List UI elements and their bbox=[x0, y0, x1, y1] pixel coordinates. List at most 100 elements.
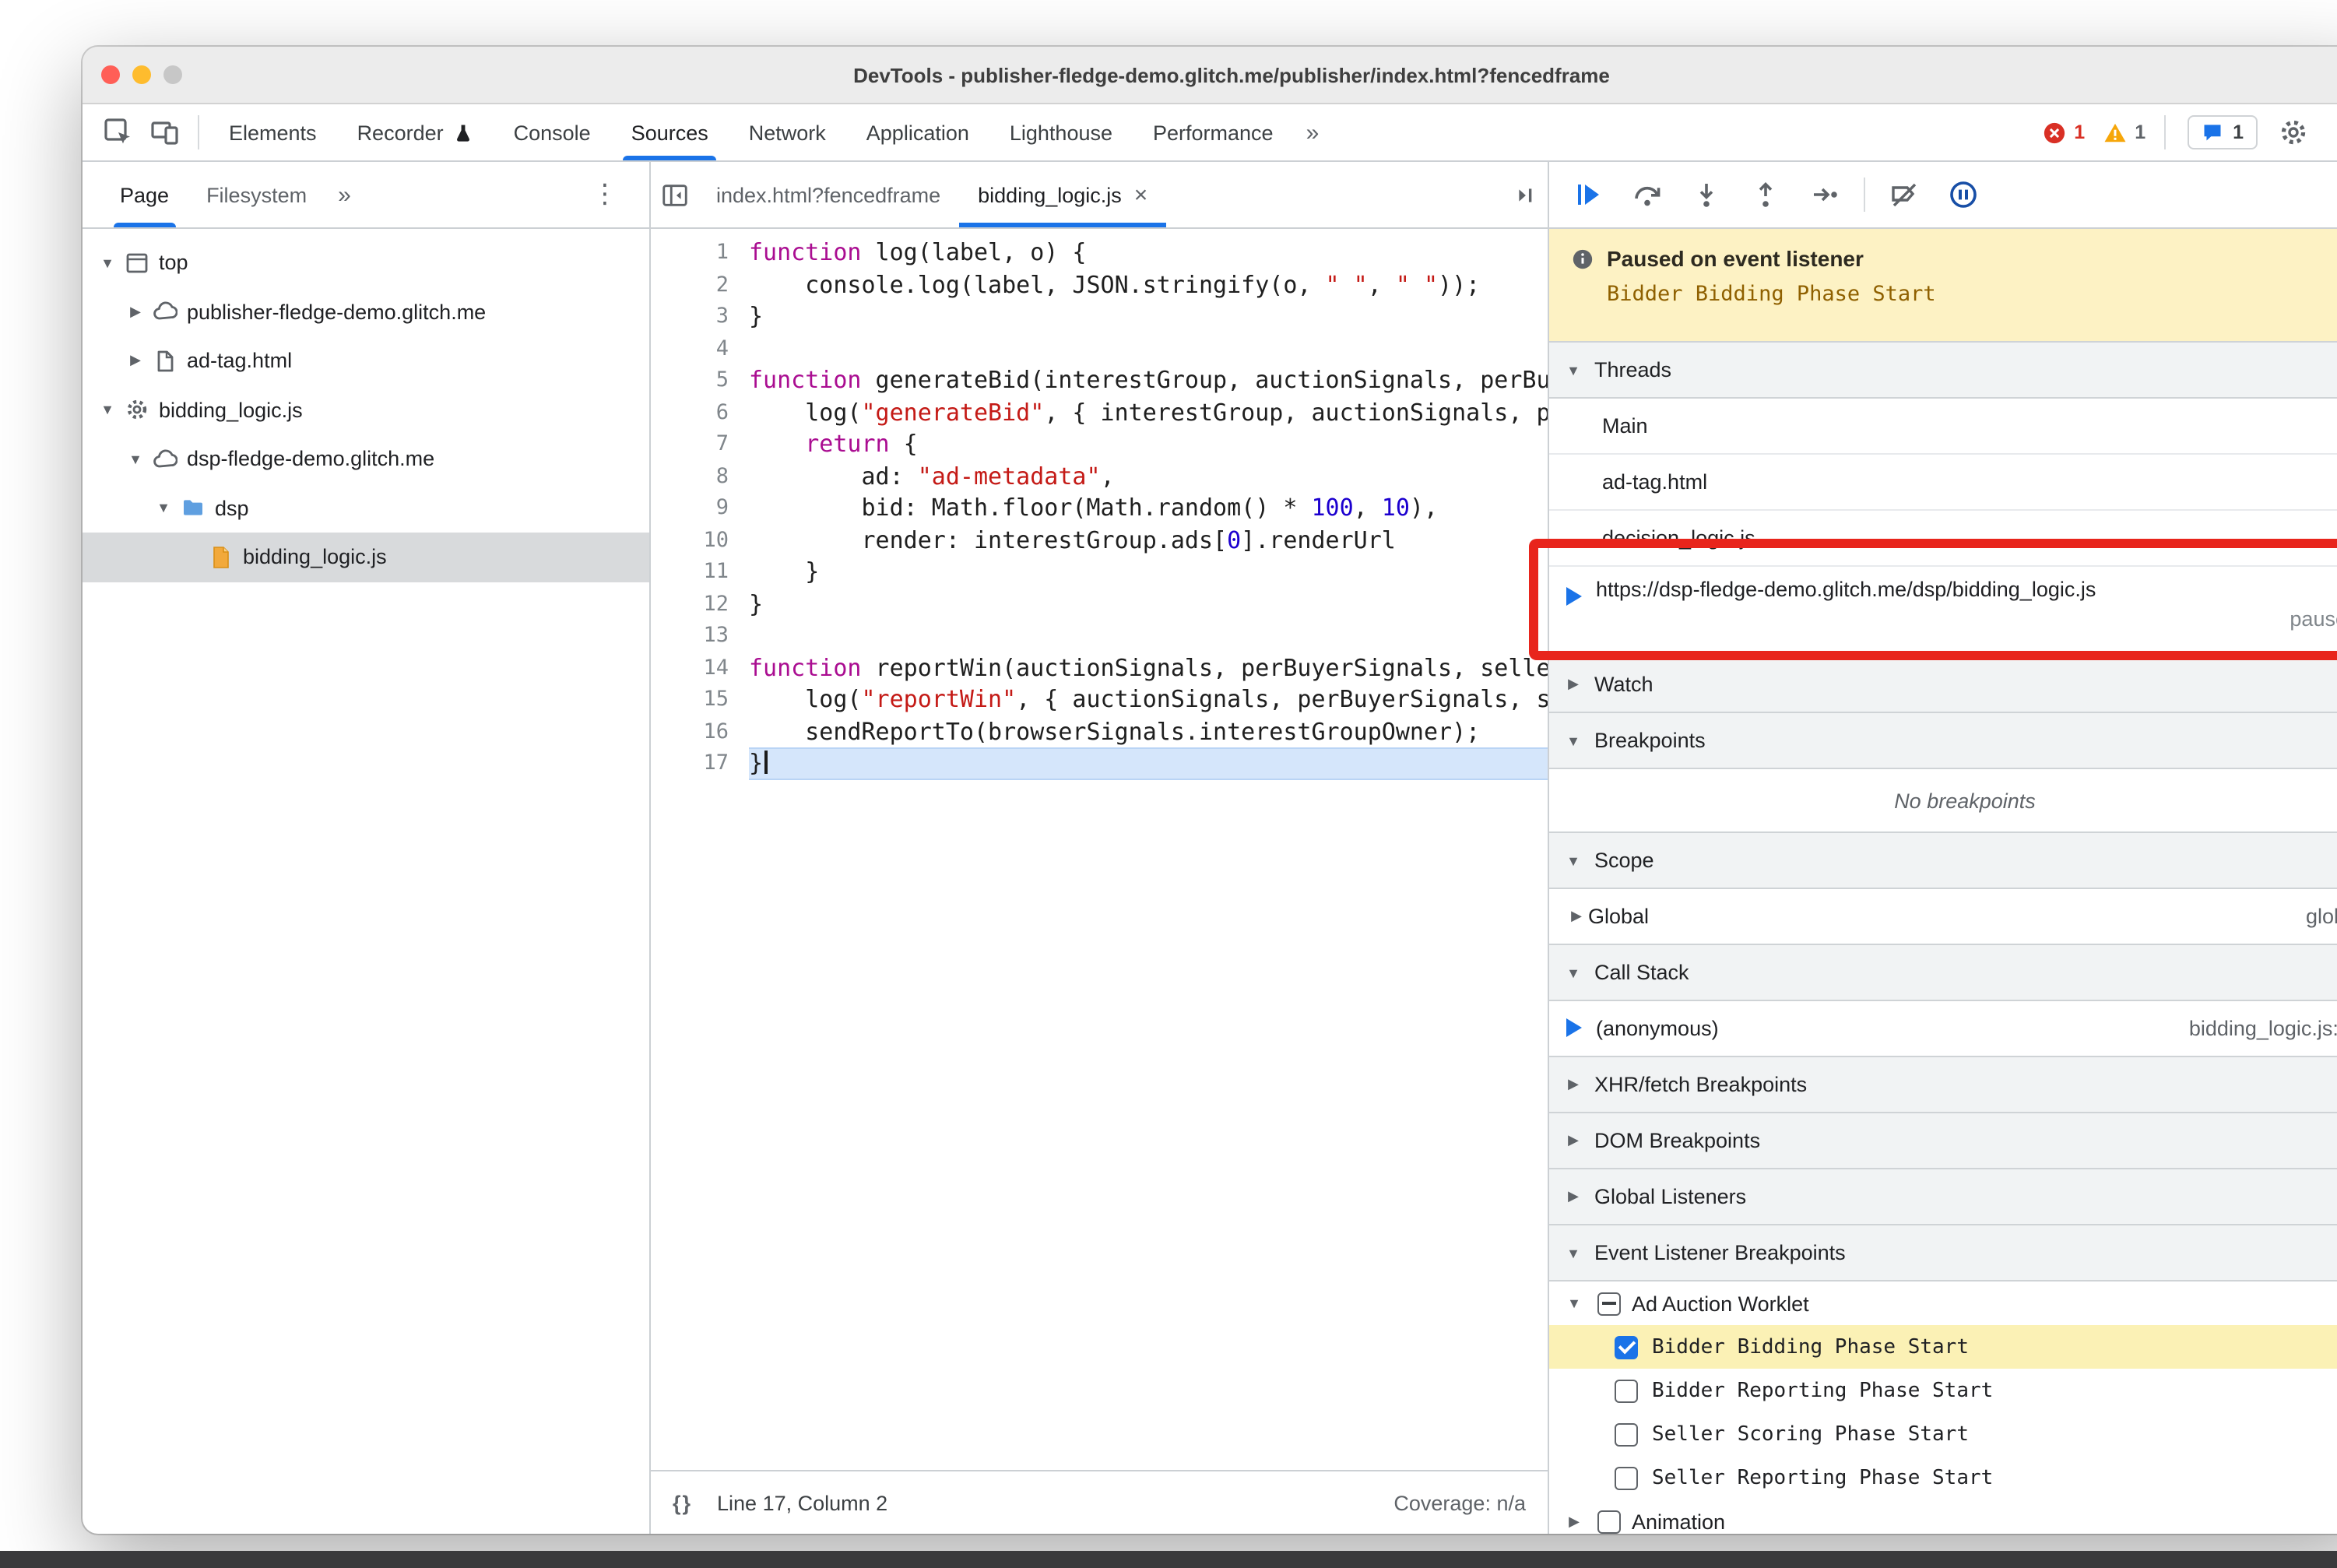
watch-section-header[interactable]: ▶ Watch bbox=[1549, 656, 2337, 713]
disclosure-open-icon[interactable]: ▼ bbox=[1562, 1296, 1587, 1311]
pretty-print-button[interactable]: {} bbox=[673, 1491, 692, 1514]
tab-page[interactable]: Page bbox=[101, 162, 188, 227]
deactivate-breakpoints-button[interactable] bbox=[1881, 173, 1928, 216]
error-badge[interactable]: 1 bbox=[2033, 121, 2094, 144]
line-number[interactable]: 12 bbox=[651, 588, 749, 620]
tree-item-dsp-fledge-demo-glitch-me[interactable]: ▼ dsp-fledge-demo.glitch.me bbox=[83, 434, 649, 483]
toggle-navigator-icon[interactable] bbox=[651, 173, 698, 216]
step-button[interactable] bbox=[1801, 173, 1848, 216]
issues-button[interactable]: 1 bbox=[2188, 115, 2258, 149]
devtools-tab-console[interactable]: Console bbox=[494, 104, 611, 160]
line-number[interactable]: 11 bbox=[651, 556, 749, 588]
line-number[interactable]: 10 bbox=[651, 524, 749, 556]
thread-item-current[interactable]: https://dsp-fledge-demo.glitch.me/dsp/bi… bbox=[1549, 565, 2337, 656]
event-listener-breakpoints-section-header[interactable]: ▼ Event Listener Breakpoints bbox=[1549, 1225, 2337, 1281]
line-number[interactable]: 13 bbox=[651, 620, 749, 652]
elb-item-bidder-reporting-phase-start[interactable]: Bidder Reporting Phase Start bbox=[1549, 1369, 2337, 1412]
devtools-tab-label: Network bbox=[748, 121, 826, 144]
line-number[interactable]: 5 bbox=[651, 364, 749, 396]
checkbox-unchecked[interactable] bbox=[1615, 1379, 1638, 1402]
devtools-tab-elements[interactable]: Elements bbox=[209, 104, 337, 160]
line-number[interactable]: 8 bbox=[651, 460, 749, 492]
breakpoints-section-header[interactable]: ▼ Breakpoints bbox=[1549, 713, 2337, 769]
tree-item-dsp[interactable]: ▼ dsp bbox=[83, 483, 649, 533]
checkbox-checked[interactable] bbox=[1615, 1335, 1638, 1359]
settings-gear-icon[interactable] bbox=[2270, 111, 2317, 154]
code-line: 12} bbox=[651, 588, 1548, 620]
elb-item-bidder-bidding-phase-start[interactable]: Bidder Bidding Phase Start bbox=[1549, 1325, 2337, 1369]
call-stack-frame[interactable]: (anonymous) bidding_logic.js:17 bbox=[1549, 1001, 2337, 1056]
xhr-breakpoints-section-header[interactable]: ▶ XHR/fetch Breakpoints bbox=[1549, 1056, 2337, 1113]
tab-filesystem[interactable]: Filesystem bbox=[188, 162, 325, 227]
disclosure-open-icon[interactable]: ▼ bbox=[151, 501, 176, 516]
next-editor-icon[interactable] bbox=[1501, 173, 1548, 216]
devtools-tab-application[interactable]: Application bbox=[846, 104, 989, 160]
checkbox-unchecked[interactable] bbox=[1615, 1466, 1638, 1489]
line-number[interactable]: 4 bbox=[651, 332, 749, 364]
devtools-tab-performance[interactable]: Performance bbox=[1133, 104, 1294, 160]
close-tab-icon[interactable]: × bbox=[1134, 181, 1148, 208]
devtools-tab-network[interactable]: Network bbox=[729, 104, 846, 160]
disclosure-open-icon[interactable]: ▼ bbox=[95, 403, 120, 418]
line-number[interactable]: 17 bbox=[651, 747, 749, 779]
dom-breakpoints-section-header[interactable]: ▶ DOM Breakpoints bbox=[1549, 1113, 2337, 1169]
inspect-icon[interactable] bbox=[95, 111, 142, 154]
tree-item-bidding-logic-js[interactable]: bidding_logic.js bbox=[83, 533, 649, 582]
thread-item-main[interactable]: Main bbox=[1549, 399, 2337, 453]
tree-item-publisher-fledge-demo-glitch-me[interactable]: ▶ publisher-fledge-demo.glitch.me bbox=[83, 287, 649, 336]
editor-tab-bidding-logic-js[interactable]: bidding_logic.js × bbox=[959, 162, 1167, 227]
line-number[interactable]: 14 bbox=[651, 652, 749, 684]
checkbox-unchecked[interactable] bbox=[1615, 1422, 1638, 1446]
thread-item-ad-tag-html[interactable]: ad-tag.html bbox=[1549, 453, 2337, 509]
devtools-tab-lighthouse[interactable]: Lighthouse bbox=[989, 104, 1133, 160]
thread-label: decision_logic.js bbox=[1602, 526, 1755, 550]
elb-item-seller-reporting-phase-start[interactable]: Seller Reporting Phase Start bbox=[1549, 1456, 2337, 1499]
editor-tab-index-html[interactable]: index.html?fencedframe bbox=[698, 162, 959, 227]
scope-global-row[interactable]: ▶ Global global bbox=[1549, 889, 2337, 944]
line-number[interactable]: 1 bbox=[651, 237, 749, 269]
line-number[interactable]: 15 bbox=[651, 684, 749, 715]
devtools-tab-sources[interactable]: Sources bbox=[611, 104, 729, 160]
code-editor[interactable]: 1 function log(label, o) {2 console.log(l… bbox=[651, 229, 1548, 1470]
tree-item-bidding-logic-js[interactable]: ▼ bidding_logic.js bbox=[83, 385, 649, 434]
disclosure-open-icon[interactable]: ▼ bbox=[95, 255, 120, 271]
elb-group-animation[interactable]: ▶ Animation bbox=[1549, 1499, 2337, 1534]
devtools-tab-recorder[interactable]: Recorder bbox=[337, 104, 494, 160]
scope-section-header[interactable]: ▼ Scope bbox=[1549, 831, 2337, 889]
flask-icon bbox=[453, 122, 473, 142]
threads-section-header[interactable]: ▼ Threads bbox=[1549, 341, 2337, 399]
elb-group-ad-auction-worklet[interactable]: ▼ Ad Auction Worklet bbox=[1549, 1281, 2337, 1325]
navigator-menu-icon[interactable]: ⋮ bbox=[579, 179, 631, 210]
call-stack-section-header[interactable]: ▼ Call Stack bbox=[1549, 944, 2337, 1001]
line-number[interactable]: 7 bbox=[651, 428, 749, 460]
more-panels-chevron-icon[interactable]: » bbox=[1294, 119, 1332, 146]
step-into-button[interactable] bbox=[1683, 173, 1730, 216]
checkbox-indeterminate[interactable] bbox=[1597, 1292, 1621, 1315]
elb-item-seller-scoring-phase-start[interactable]: Seller Scoring Phase Start bbox=[1549, 1412, 2337, 1456]
line-number[interactable]: 16 bbox=[651, 715, 749, 747]
disclosure-closed-icon[interactable]: ▶ bbox=[123, 304, 148, 321]
line-number[interactable]: 3 bbox=[651, 301, 749, 332]
line-number[interactable]: 2 bbox=[651, 269, 749, 301]
cursor-position: Line 17, Column 2 bbox=[717, 1491, 888, 1514]
screen: DevTools - publisher-fledge-demo.glitch.… bbox=[0, 0, 2337, 1568]
checkbox-unchecked[interactable] bbox=[1597, 1510, 1621, 1533]
thread-item-decision-logic-js[interactable]: decision_logic.js bbox=[1549, 509, 2337, 565]
disclosure-open-icon[interactable]: ▼ bbox=[123, 452, 148, 467]
resume-button[interactable] bbox=[1565, 173, 1611, 216]
code-line: 6 log("generateBid", { interestGroup, au… bbox=[651, 396, 1548, 428]
step-over-button[interactable] bbox=[1624, 173, 1671, 216]
global-listeners-section-header[interactable]: ▶ Global Listeners bbox=[1549, 1169, 2337, 1225]
tree-item-top[interactable]: ▼ top bbox=[83, 238, 649, 287]
warning-badge[interactable]: 1 bbox=[2094, 121, 2155, 144]
device-toolbar-icon[interactable] bbox=[142, 111, 188, 154]
line-number[interactable]: 9 bbox=[651, 492, 749, 524]
line-number[interactable]: 6 bbox=[651, 396, 749, 428]
disclosure-closed-icon[interactable]: ▶ bbox=[123, 353, 148, 370]
disclosure-closed-icon[interactable]: ▶ bbox=[1562, 1513, 1587, 1530]
navigator-more-tabs-chevron-icon[interactable]: » bbox=[325, 181, 364, 208]
pause-on-exceptions-button[interactable] bbox=[1940, 173, 1987, 216]
tree-item-ad-tag-html[interactable]: ▶ ad-tag.html bbox=[83, 336, 649, 385]
step-out-button[interactable] bbox=[1742, 173, 1789, 216]
devtools-menu-icon[interactable]: ⋮ bbox=[2317, 117, 2337, 148]
